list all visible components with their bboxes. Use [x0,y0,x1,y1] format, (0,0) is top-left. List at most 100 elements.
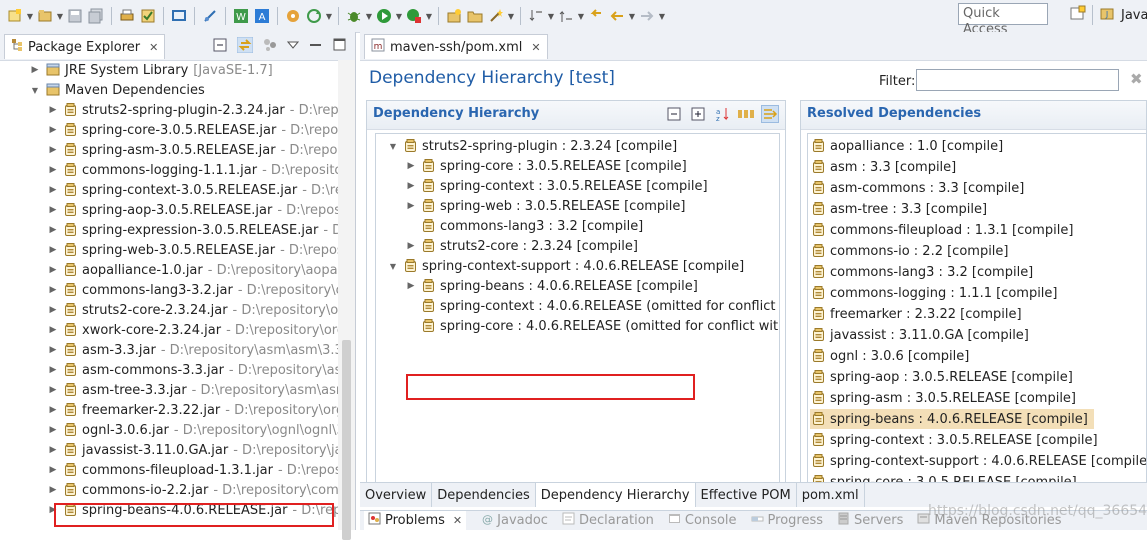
chevron-right-icon[interactable]: ▶ [46,405,60,415]
back-dropdown-icon[interactable]: ▼ [629,7,635,25]
chevron-right-icon[interactable]: ▶ [46,265,60,275]
tasks-icon[interactable] [139,7,157,25]
chevron-right-icon[interactable]: ▶ [46,465,60,475]
chevron-right-icon[interactable]: ▶ [46,345,60,355]
library-item[interactable]: ▼ Maven Dependencies [28,80,205,100]
view-tab-servers[interactable]: Servers [837,512,903,529]
collapse-all-icon[interactable] [665,105,683,123]
chevron-right-icon[interactable]: ▶ [46,365,60,375]
tab-pom-xml[interactable]: pom.xml [797,483,865,507]
jar-item[interactable]: ▶ spring-asm-3.0.5.RELEASE.jar- D:\reposi… [46,140,338,160]
java-perspective-icon[interactable]: J [1099,5,1115,25]
library-item[interactable]: ▶ JRE System Library [JavaSE-1.7] [28,60,273,80]
chevron-right-icon[interactable]: ▶ [46,225,60,235]
dependency-tree-item[interactable]: ▶ spring-context : 3.0.5.RELEASE [compile… [404,176,708,196]
chevron-right-icon[interactable]: ▶ [46,425,60,435]
link-with-editor-icon[interactable] [236,36,254,56]
dependency-tree-item[interactable]: commons-lang3 : 3.2 [compile] [404,216,643,236]
close-icon[interactable]: ✕ [531,41,540,54]
new-icon[interactable] [6,7,24,25]
skip-breakpoints-icon[interactable] [201,7,219,25]
close-icon[interactable]: ✕ [453,514,462,527]
view-tab-javadoc[interactable]: @ Javadoc [480,512,548,529]
jar-item[interactable]: ▶ ognl-3.0.6.jar - D:\repository\ognl\ognl… [46,420,338,440]
jar-item[interactable]: ▶ javassist-3.11.0.GA.jar - D:\repository\… [46,440,338,460]
dependency-tree-item[interactable]: ▶ struts2-core : 2.3.24 [compile] [404,236,638,256]
chevron-down-icon[interactable]: ▼ [386,262,400,271]
external-tools-dropdown-icon[interactable]: ▼ [426,7,432,25]
new-dropdown-icon[interactable]: ▼ [27,7,33,25]
chevron-right-icon[interactable]: ▶ [46,125,60,135]
jar-item[interactable]: ▶ commons-io-2.2.jar- D:\repository\commo [46,480,338,500]
tab-dependency-hierarchy[interactable]: Dependency Hierarchy [535,483,696,507]
chevron-right-icon[interactable]: ▶ [46,445,60,455]
wand-dropdown-icon[interactable]: ▼ [508,7,514,25]
save-all-icon[interactable] [87,7,105,25]
close-icon[interactable]: ✕ [149,41,158,54]
web-browser-icon[interactable]: W [232,7,250,25]
forward-icon[interactable] [638,7,656,25]
jar-item[interactable]: ▶ struts2-spring-plugin-2.3.24.jar - D:\re… [46,100,338,120]
resolved-dependency-item[interactable]: asm-tree : 3.3 [compile] [810,199,993,219]
resolved-dependency-item[interactable]: spring-beans : 4.0.6.RELEASE [compile] [810,409,1094,429]
chevron-right-icon[interactable]: ▶ [404,161,418,171]
jar-item[interactable]: ▶ commons-fileupload-1.3.1.jar- D:\reposi… [46,460,338,480]
show-groupid-icon[interactable] [737,105,755,123]
dependency-tree-item[interactable]: spring-core : 4.0.6.RELEASE (omitted for… [404,316,779,336]
chevron-down-icon[interactable]: ▼ [386,142,400,151]
resolved-dependency-item[interactable]: commons-fileupload : 1.3.1 [compile] [810,220,1079,240]
new-project-icon[interactable] [36,7,54,25]
chevron-right-icon[interactable]: ▶ [28,65,42,75]
chevron-right-icon[interactable]: ▶ [46,105,60,115]
quick-access-field[interactable]: Quick Access [958,3,1048,37]
package-explorer-tab[interactable]: Package Explorer ✕ [4,34,166,59]
scrollbar-thumb[interactable] [342,340,351,540]
back-icon[interactable] [608,7,626,25]
jar-item[interactable]: ▶ asm-commons-3.3.jar- D:\repository\asm\ [46,360,338,380]
text-tool-icon[interactable]: A [253,7,271,25]
jar-item[interactable]: ▶ spring-expression-3.0.5.RELEASE.jar - D:… [46,220,338,240]
clear-filter-icon[interactable]: ✖ [1130,70,1143,88]
resolved-dependency-item[interactable]: asm : 3.3 [compile] [810,157,962,177]
expand-all-icon[interactable] [689,105,707,123]
resolved-dependency-item[interactable]: spring-aop : 3.0.5.RELEASE [compile] [810,367,1079,387]
resolved-dependency-item[interactable]: asm-commons : 3.3 [compile] [810,178,1030,198]
chevron-right-icon[interactable]: ▶ [46,145,60,155]
resolved-dependency-item[interactable]: spring-asm : 3.0.5.RELEASE [compile] [810,388,1082,408]
dependency-tree-item[interactable]: ▶ spring-core : 3.0.5.RELEASE [compile] [404,156,687,176]
dependency-tree-item[interactable]: ▶ spring-beans : 4.0.6.RELEASE [compile] [404,276,698,296]
vertical-scrollbar[interactable] [338,60,355,540]
chevron-right-icon[interactable]: ▶ [46,385,60,395]
resolved-dependency-item[interactable]: commons-lang3 : 3.2 [compile] [810,262,1039,282]
jar-item[interactable]: ▶ commons-logging-1.1.1.jar- D:\repositor… [46,160,338,180]
resolved-dependency-item[interactable]: freemarker : 2.3.22 [compile] [810,304,1028,324]
prev-annotation-dropdown-icon[interactable]: ▼ [578,7,584,25]
refresh-icon[interactable] [305,7,323,25]
jar-item[interactable]: ▶ commons-lang3-3.2.jar- D:\repository\or… [46,280,338,300]
view-tab-problems[interactable]: Problems ✕ [364,510,467,531]
last-edit-icon[interactable] [587,7,605,25]
chevron-right-icon[interactable]: ▶ [46,245,60,255]
resolved-dependency-item[interactable]: spring-context-support : 4.0.6.RELEASE [… [810,451,1146,471]
filters-icon[interactable] [263,38,277,55]
chevron-right-icon[interactable]: ▶ [404,281,418,291]
jar-item[interactable]: ▶ struts2-core-2.3.24.jar - D:\repository\… [46,300,338,320]
view-tab-progress[interactable]: Progress [751,512,823,529]
jar-item[interactable]: ▶ asm-3.3.jar - D:\repository\asm\asm\3.3 [46,340,338,360]
jar-item[interactable]: ▶ spring-core-3.0.5.RELEASE.jar- D:\repos… [46,120,338,140]
tab-dependencies[interactable]: Dependencies [432,483,536,507]
chevron-right-icon[interactable]: ▶ [404,181,418,191]
run-icon[interactable] [375,7,393,25]
forward-dropdown-icon[interactable]: ▼ [659,7,665,25]
chevron-right-icon[interactable]: ▶ [46,205,60,215]
next-annotation-icon[interactable] [527,7,545,25]
sort-icon[interactable]: az [713,105,731,123]
external-tools-icon[interactable] [405,7,423,25]
view-menu-icon[interactable] [286,39,300,54]
resolved-dependency-item[interactable]: spring-context : 3.0.5.RELEASE [compile] [810,430,1104,450]
chevron-right-icon[interactable]: ▶ [46,485,60,495]
java-perspective-label[interactable]: Java [1121,8,1147,23]
view-tab-declaration[interactable]: Declaration [562,512,654,529]
chevron-right-icon[interactable]: ▶ [404,241,418,251]
dependency-tree-item[interactable]: ▼ struts2-spring-plugin : 2.3.24 [compile… [386,136,677,156]
